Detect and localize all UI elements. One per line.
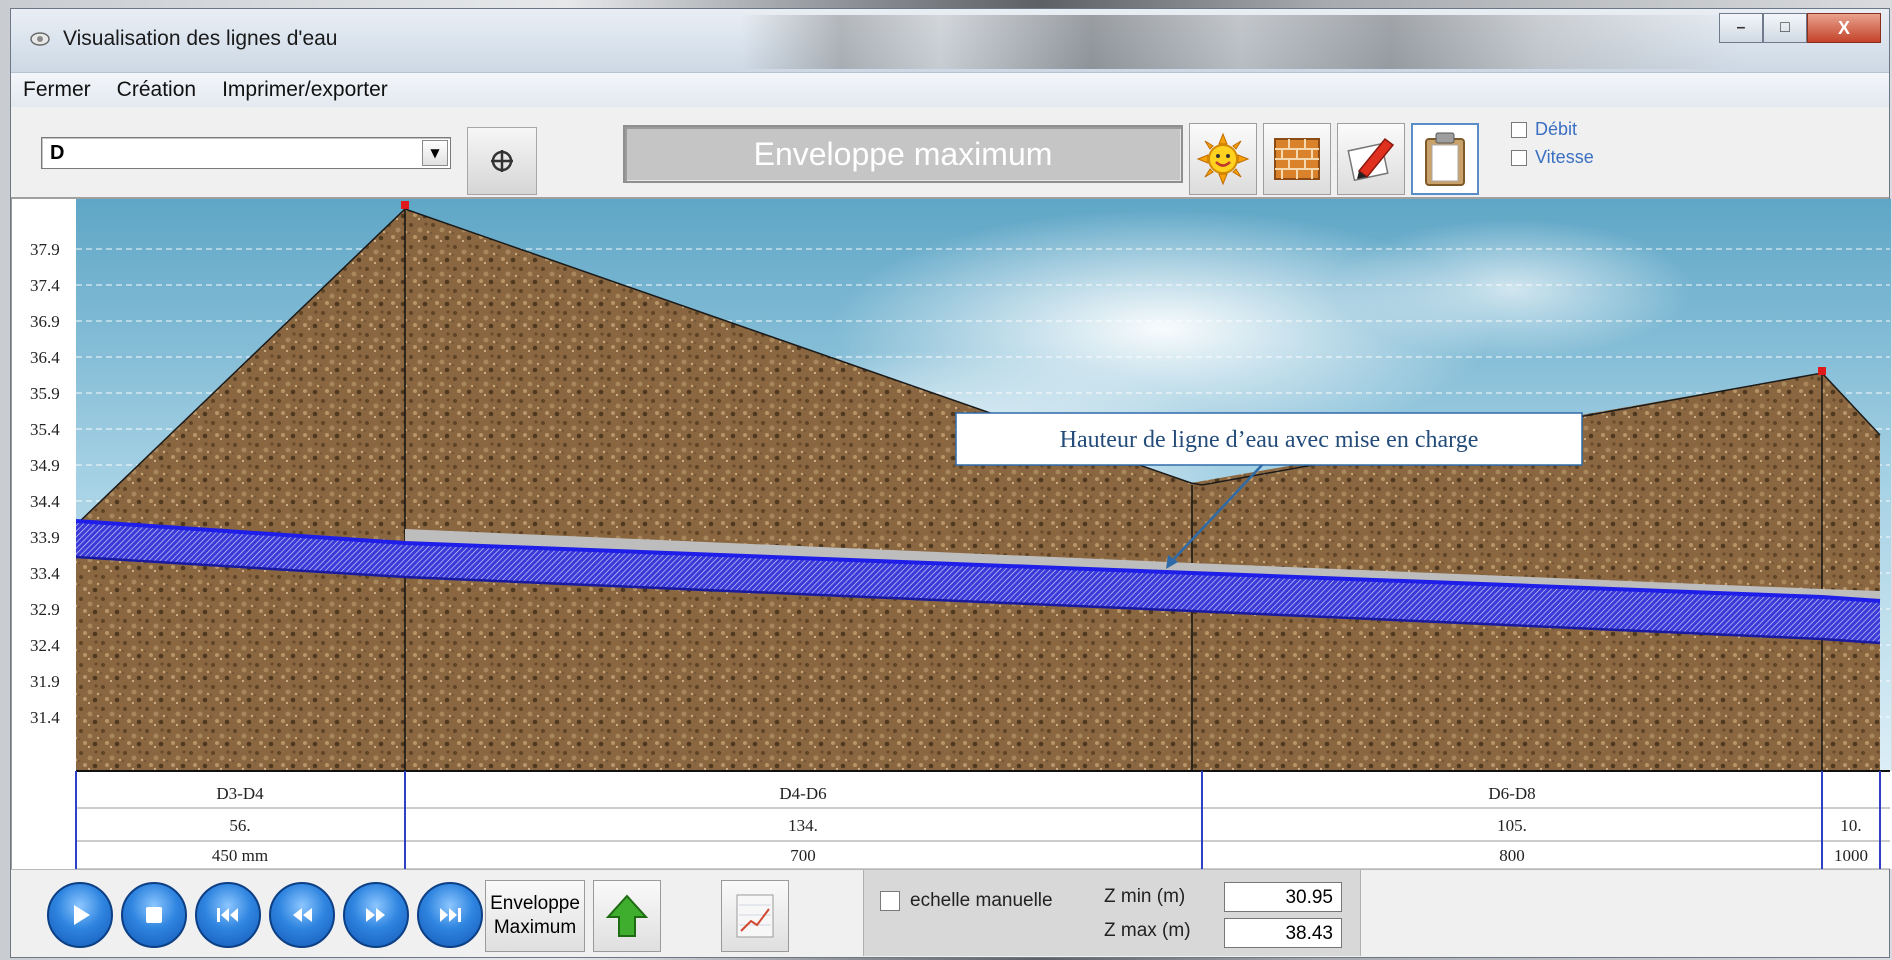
rewind-button[interactable]	[269, 882, 335, 948]
segment-diameter: 700	[790, 846, 816, 865]
brick-wall-icon	[1274, 138, 1320, 180]
y-tick: 35.4	[30, 420, 60, 439]
toolbar: D ▼ Enveloppe maximum Débit Vitesse	[11, 107, 1889, 199]
chevron-down-icon[interactable]: ▼	[422, 140, 448, 166]
y-tick: 32.9	[30, 600, 60, 619]
edit-button[interactable]	[1337, 123, 1405, 195]
title-bar: Visualisation des lignes d'eau – □ X	[11, 9, 1889, 73]
scale-panel: echelle manuelle Z min (m) Z max (m) 30.…	[863, 870, 1361, 956]
zmax-label: Z max (m)	[1104, 920, 1191, 941]
bottom-control-bar: Enveloppe Maximum echelle manuelle Z min…	[11, 869, 1889, 957]
minimize-button[interactable]: –	[1719, 13, 1763, 43]
y-tick: 37.9	[30, 240, 60, 259]
menu-imprimer-exporter[interactable]: Imprimer/exporter	[210, 78, 402, 102]
vitesse-label: Vitesse	[1535, 147, 1594, 167]
skip-start-icon	[217, 908, 238, 922]
locate-button[interactable]	[467, 127, 537, 195]
menu-creation[interactable]: Création	[105, 78, 210, 102]
y-tick: 37.4	[30, 276, 60, 295]
crosshair-icon	[491, 150, 513, 172]
wall-button[interactable]	[1263, 123, 1331, 195]
fast-forward-button[interactable]	[343, 882, 409, 948]
y-tick: 35.9	[30, 384, 60, 403]
y-tick: 33.4	[30, 564, 60, 583]
y-tick: 34.4	[30, 492, 60, 511]
skip-end-button[interactable]	[417, 882, 483, 948]
collector-select-value: D	[50, 142, 65, 164]
collector-select[interactable]: D ▼	[41, 137, 451, 169]
play-button[interactable]	[47, 882, 113, 948]
main-window: Visualisation des lignes d'eau – □ X Fer…	[10, 8, 1892, 958]
zmin-label: Z min (m)	[1104, 886, 1186, 907]
sun-button[interactable]	[1189, 123, 1257, 195]
vitesse-checkbox[interactable]	[1511, 149, 1527, 166]
arrow-up-icon	[605, 894, 649, 937]
profile-chart: 37.9 37.4 36.9 36.4 35.9 35.4 34.9 34.4 …	[11, 199, 1892, 869]
mode-label: Enveloppe maximum	[623, 125, 1183, 183]
segment-length: 134.	[788, 816, 818, 835]
chart-graph-icon	[736, 894, 774, 938]
sun-icon	[1196, 132, 1250, 186]
annotation-text: Hauteur de ligne d’eau avec mise en char…	[1060, 427, 1479, 453]
skip-start-button[interactable]	[195, 882, 261, 948]
segment-diameter: 450 mm	[212, 846, 268, 865]
debit-label: Débit	[1535, 119, 1578, 139]
zmax-field[interactable]: 38.43	[1224, 918, 1342, 948]
segment-name: D6-D8	[1488, 784, 1535, 803]
envelope-maximum-button[interactable]: Enveloppe Maximum	[485, 880, 585, 952]
stop-icon	[146, 907, 162, 923]
graph-button[interactable]	[721, 880, 789, 952]
manual-scale-row[interactable]: echelle manuelle	[880, 890, 1053, 912]
stop-button[interactable]	[121, 882, 187, 948]
menu-bar: Fermer Création Imprimer/exporter	[11, 73, 1889, 107]
segment-name: D3-D4	[216, 784, 264, 803]
segment-length: 10.	[1840, 816, 1861, 835]
segment-length: 56.	[229, 816, 250, 835]
maximize-button[interactable]: □	[1763, 13, 1807, 43]
rewind-icon	[293, 908, 312, 922]
clipboard-icon	[1425, 132, 1465, 186]
y-tick: 36.9	[30, 312, 60, 331]
manual-scale-checkbox[interactable]	[880, 891, 900, 911]
zmin-field[interactable]: 30.95	[1224, 882, 1342, 912]
segment-diameter: 800	[1499, 846, 1525, 865]
vitesse-checkbox-row[interactable]: Vitesse	[1511, 147, 1594, 168]
fast-forward-icon	[366, 908, 385, 922]
title-bar-background	[741, 15, 1741, 69]
y-tick: 32.4	[30, 636, 60, 655]
edit-pen-icon	[1347, 137, 1395, 182]
window-title: Visualisation des lignes d'eau	[63, 27, 338, 50]
y-tick: 33.9	[30, 528, 60, 547]
envelope-button-line1: Enveloppe	[490, 893, 580, 914]
up-arrow-button[interactable]	[593, 880, 661, 952]
debit-checkbox[interactable]	[1511, 121, 1527, 138]
manhole-marker-d8	[1818, 367, 1826, 375]
y-tick: 31.9	[30, 672, 60, 691]
debit-checkbox-row[interactable]: Débit	[1511, 119, 1577, 140]
play-icon	[74, 905, 90, 925]
segment-diameter: 1000	[1834, 846, 1868, 865]
app-icon	[30, 32, 50, 46]
y-tick: 34.9	[30, 456, 60, 475]
close-button[interactable]: X	[1807, 13, 1881, 43]
profile-chart-svg: 37.9 37.4 36.9 36.4 35.9 35.4 34.9 34.4 …	[12, 199, 1892, 869]
y-tick: 36.4	[30, 348, 60, 367]
segment-name: D4-D6	[779, 784, 826, 803]
window-controls: – □ X	[1719, 13, 1881, 47]
segment-length: 105.	[1497, 816, 1527, 835]
manual-scale-label: echelle manuelle	[910, 890, 1053, 911]
manhole-marker-d4	[401, 201, 409, 209]
y-tick: 31.4	[30, 708, 60, 727]
envelope-button-line2: Maximum	[493, 917, 577, 938]
clipboard-button[interactable]	[1411, 123, 1479, 195]
skip-end-icon	[440, 908, 461, 922]
menu-fermer[interactable]: Fermer	[11, 78, 105, 102]
